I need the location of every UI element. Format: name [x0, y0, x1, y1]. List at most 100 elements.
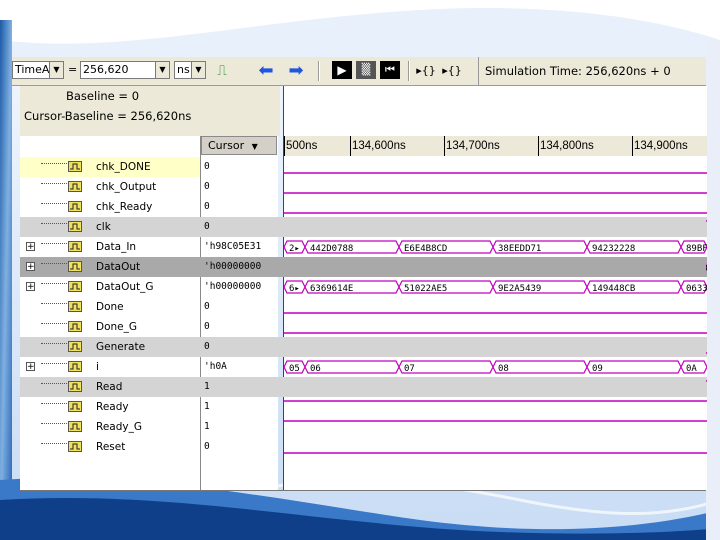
signal-value: 0: [204, 221, 210, 232]
toolbar-separator: [408, 61, 410, 81]
signal-icon: [68, 421, 82, 432]
arrow-right-icon[interactable]: ➡: [286, 61, 306, 81]
signal-value: 'h00000000: [204, 261, 262, 272]
signal-name: chk_DONE: [96, 161, 151, 173]
signal-value: 'h00000000: [204, 281, 262, 292]
signal-value: 1: [204, 381, 210, 392]
signal-row-i[interactable]: + i 'h0A: [20, 357, 706, 377]
signal-row-done[interactable]: Done 0: [20, 297, 706, 317]
tree-connector: [41, 423, 67, 424]
signal-icon: [68, 441, 82, 452]
toolbar: TimeA ▼ = 256,620 ▼ ns ▼ ⎍ ⬅ ➡ ▶ ▒ ⏮ ▸{}…: [12, 57, 706, 86]
signal-name: Done: [96, 301, 124, 313]
timeline-label: 134,700ns: [446, 140, 500, 152]
time-value-input[interactable]: 256,620 ▼: [80, 61, 170, 79]
signal-value: 0: [204, 161, 210, 172]
signal-row-clk[interactable]: clk 0: [20, 217, 706, 237]
signal-row-generate[interactable]: Generate 0: [20, 337, 706, 357]
tree-connector: [41, 263, 67, 264]
signal-row-chk_done[interactable]: chk_DONE 0: [20, 157, 210, 177]
cursor-baseline-text: Cursor-Baseline = 256,620ns: [24, 109, 192, 123]
signal-row-dataout[interactable]: + DataOut 'h00000000: [20, 257, 706, 277]
signal-icon: [68, 361, 82, 372]
timeline-label: 500ns: [286, 140, 318, 152]
waveform-add-icon[interactable]: ⎍: [212, 61, 232, 81]
tree-connector: [41, 203, 67, 204]
timeline-label: 134,800ns: [540, 140, 594, 152]
signal-name: Ready_G: [96, 421, 142, 433]
signal-value: 0: [204, 341, 210, 352]
signal-icon: [68, 341, 82, 352]
signal-value: 'h98C05E31: [204, 241, 262, 252]
time-name-select[interactable]: TimeA ▼: [12, 61, 64, 79]
signal-row-ready[interactable]: Ready 1: [20, 397, 706, 417]
signal-value: 0: [204, 201, 210, 212]
signal-row-done_g[interactable]: Done_G 0: [20, 317, 706, 337]
signal-value: 0: [204, 181, 210, 192]
signal-row-reset[interactable]: Reset 0: [20, 437, 706, 457]
tree-connector: [41, 183, 67, 184]
signal-icon: [68, 161, 82, 172]
tree-connector: [41, 403, 67, 404]
signal-icon: [68, 301, 82, 312]
time-unit-select[interactable]: ns ▼: [174, 61, 206, 79]
tree-connector: [41, 283, 67, 284]
signal-row-chk_output[interactable]: chk_Output 0: [20, 177, 706, 197]
expand-icon[interactable]: +: [26, 242, 35, 252]
chevron-down-icon[interactable]: ▼: [49, 62, 63, 78]
equals-label: =: [68, 63, 78, 76]
chevron-down-icon[interactable]: ▼: [155, 62, 169, 78]
step-over-icon[interactable]: ▸{}: [442, 61, 462, 81]
signal-row-ready_g[interactable]: Ready_G 1: [20, 417, 706, 437]
signal-name: Done_G: [96, 321, 138, 333]
expand-icon[interactable]: +: [26, 262, 35, 272]
signal-value: 1: [204, 421, 210, 432]
tree-connector: [41, 163, 67, 164]
signal-name: i: [96, 361, 99, 373]
step-into-icon[interactable]: ▸{}: [416, 61, 436, 81]
signal-name: chk_Output: [96, 181, 157, 193]
rewind-icon[interactable]: ⏮: [380, 61, 400, 79]
signal-row-dataout_g[interactable]: + DataOut_G 'h00000000: [20, 277, 706, 297]
timeline-label: 134,900ns: [634, 140, 688, 152]
signal-value: 0: [204, 321, 210, 332]
tree-connector: [41, 383, 67, 384]
tree-connector: [41, 303, 67, 304]
tree-connector: [41, 363, 67, 364]
step-icon[interactable]: ▒: [356, 61, 376, 79]
time-name-value: TimeA: [15, 63, 50, 76]
arrow-left-icon[interactable]: ⬅: [256, 61, 276, 81]
signal-name: DataOut: [96, 261, 141, 273]
play-icon[interactable]: ▶: [332, 61, 352, 79]
cursor-column-header[interactable]: Cursor ▼: [201, 136, 277, 155]
cursor-column-label: Cursor: [208, 139, 245, 152]
expand-icon[interactable]: +: [26, 282, 35, 292]
signal-icon: [68, 241, 82, 252]
toolbar-separator: [318, 61, 320, 81]
signal-name: clk: [96, 221, 111, 233]
chevron-down-icon[interactable]: ▼: [252, 142, 258, 151]
signal-icon: [68, 181, 82, 192]
signal-value: 1: [204, 401, 210, 412]
tree-connector: [41, 243, 67, 244]
tree-connector: [41, 223, 67, 224]
bottom-divider: [20, 490, 706, 491]
baseline-text: Baseline = 0: [66, 89, 140, 103]
signal-name: Ready: [96, 401, 129, 413]
baseline-header: Baseline = 0 Cursor-Baseline = 256,620ns: [20, 86, 280, 136]
signal-value: 'h0A: [204, 361, 227, 372]
signal-icon: [68, 321, 82, 332]
signal-icon: [68, 401, 82, 412]
expand-icon[interactable]: +: [26, 362, 35, 372]
chevron-down-icon[interactable]: ▼: [191, 62, 205, 78]
time-unit-text: ns: [177, 63, 190, 76]
timeline-label: 134,600ns: [352, 140, 406, 152]
signal-row-data_in[interactable]: + Data_In 'h98C05E31: [20, 237, 706, 257]
signal-name: Generate: [96, 341, 146, 353]
signal-icon: [68, 261, 82, 272]
signal-name: chk_Ready: [96, 201, 153, 213]
tree-connector: [41, 443, 67, 444]
signal-row-chk_ready[interactable]: chk_Ready 0: [20, 197, 706, 217]
signal-name: Data_In: [96, 241, 137, 253]
signal-row-read[interactable]: Read 1: [20, 377, 706, 397]
